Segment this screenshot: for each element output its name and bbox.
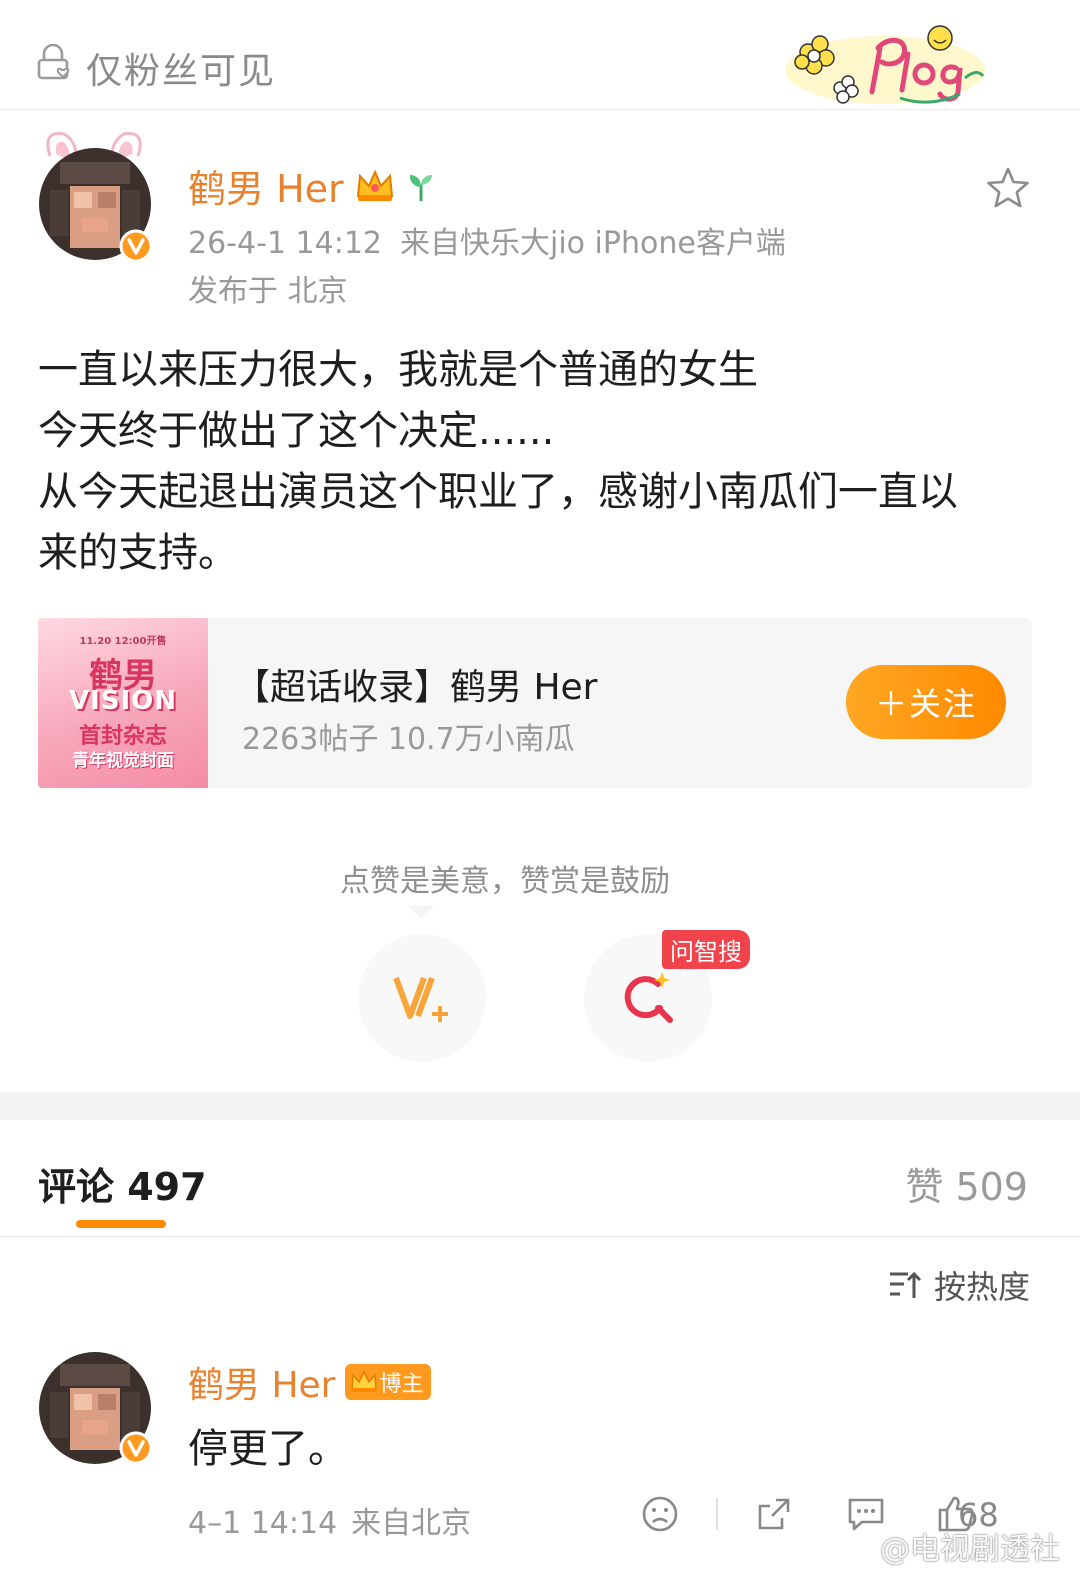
tabs-divider [0,1236,1080,1237]
super-topic-card[interactable]: 11.20 12:00开售 鹤男 VISION 首封杂志 青年视觉封面 【超话收… [38,618,1032,788]
sort-button[interactable]: 按热度 [888,1262,1030,1308]
tooltip-pointer [408,906,434,918]
thumb-line: 青年视觉封面 [72,751,174,771]
visibility-label: 仅粉丝可见 [86,51,277,92]
commenter-avatar[interactable] [30,1350,160,1470]
action-divider [716,1498,718,1530]
author-avatar[interactable] [30,126,160,266]
sad-face-icon[interactable] [640,1494,680,1534]
topic-thumbnail: 11.20 12:00开售 鹤男 VISION 首封杂志 青年视觉封面 [38,618,208,788]
follow-button[interactable]: ＋关注 [846,665,1006,739]
topic-title[interactable]: 【超话收录】鹤男 Her [234,658,597,710]
crown-icon [351,1370,378,1392]
comment-source: 来自北京 [351,1506,472,1541]
visibility-bar: 仅粉丝可见 [0,0,1080,110]
post-time: 26-4-1 14:12 [188,226,382,261]
comment-time: 4–1 14:14 [188,1506,338,1541]
weibo-logo-icon [816,1533,876,1563]
share-icon[interactable] [754,1494,794,1534]
v-plus-icon [393,976,448,1022]
post-location: 发布于 北京 [188,274,348,309]
section-divider [0,1092,1080,1120]
avatar-image [39,1352,153,1465]
plog-sticker-icon [785,25,985,104]
sort-label: 按热度 [933,1268,1030,1306]
post-source: 来自快乐大jio iPhone客户端 [400,226,786,261]
tab-comments[interactable]: 评论 497 [38,1156,207,1211]
reward-prompt: 点赞是美意，赞赏是鼓励 [340,864,670,899]
tab-likes[interactable]: 赞 509 [905,1156,1028,1211]
topic-stats: 2263帖子 10.7万小南瓜 [242,722,575,757]
blogger-badge-label: 博主 [379,1372,424,1397]
post-line: 今天终于做出了这个决定...... [38,408,555,454]
ai-search-badge: 问智搜 [662,930,750,969]
blogger-badge: 博主 [345,1364,432,1400]
sort-icon [889,1271,922,1298]
comment-author-name[interactable]: 鹤男 Her [188,1356,335,1408]
post-line: 一直以来压力很大，我就是个普通的女生 [38,347,758,393]
comment-author[interactable]: 鹤男 Her 博主 [188,1356,432,1408]
avatar-image [39,131,153,263]
lock-heart-icon [37,44,70,80]
post-meta: 26-4-1 14:12 来自快乐大jio iPhone客户端 [188,218,786,262]
comment-text: 停更了。 [188,1426,348,1472]
watermark: @电视剧透社 [814,1524,1060,1568]
post-line: 从今天起退出演员这个职业了，感谢小南瓜们一直以 [38,469,958,515]
post-line: 来的支持。 [38,530,238,576]
reward-button[interactable] [358,934,486,1062]
watermark-text: @电视剧透社 [880,1532,1060,1567]
comment-meta: 4–1 14:14 来自北京 [188,1498,471,1542]
post-author[interactable]: 鹤男 Her [188,158,438,213]
star-favorite-icon[interactable] [985,166,1031,210]
search-sparkle-icon [624,972,673,1023]
thumb-brand: VISION [68,686,178,716]
sprout-icon [409,174,432,201]
author-name[interactable]: 鹤男 Her [188,158,344,213]
thumb-date: 11.20 12:00开售 [79,636,167,647]
post-body: 一直以来压力很大，我就是个普通的女生 今天终于做出了这个决定...... 从今天… [38,340,1038,584]
crown-badge-icon [356,168,393,201]
active-tab-indicator [76,1220,166,1228]
